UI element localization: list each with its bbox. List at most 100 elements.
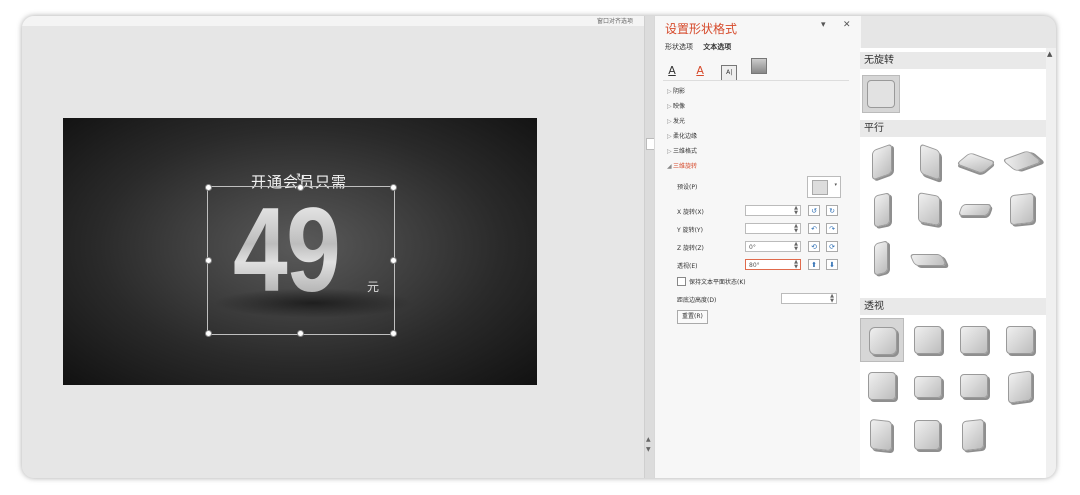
preset-perspective-7[interactable] [956, 368, 992, 404]
scroll-up-icon[interactable]: ▲ [646, 436, 651, 443]
resize-handle-b[interactable] [297, 330, 304, 337]
preset-swatch [812, 180, 828, 195]
preset-perspective-3[interactable] [956, 322, 992, 358]
preset-perspective-8[interactable] [1002, 368, 1038, 404]
gallery-group-parallel: 平行 [860, 120, 1046, 137]
preset-shape-icon [957, 204, 993, 216]
spinner-icon[interactable]: ▲ ▼ [830, 294, 834, 304]
section-label: 柔化边缘 [673, 133, 698, 140]
preset-perspective-6[interactable] [910, 368, 946, 404]
selection-box[interactable] [207, 186, 395, 335]
chevron-down-icon: ▾ [834, 182, 837, 188]
scroll-up-icon[interactable]: ▲ [1047, 50, 1052, 58]
preset-perspective-2[interactable] [910, 322, 946, 358]
divider [663, 80, 849, 81]
section-label: 三维旋转 [673, 163, 698, 170]
preset-parallel-1[interactable] [864, 143, 900, 181]
y-rotation-label: Y 旋转(Y) [677, 227, 703, 234]
perspective-decrease-icon[interactable]: ⬇ [826, 259, 838, 270]
preset-parallel-4[interactable] [1001, 143, 1043, 179]
rotate-ccw-icon[interactable]: ⟲ [808, 241, 820, 252]
section-reflection[interactable]: ▷映像 [667, 101, 685, 110]
section-label: 阴影 [673, 88, 686, 95]
preset-shape-icon [914, 420, 940, 450]
panel-dropdown-icon[interactable]: ▾ [821, 20, 826, 30]
preset-parallel-6[interactable] [910, 190, 946, 226]
resize-handle-bl[interactable] [205, 330, 212, 337]
preset-perspective-4[interactable] [1002, 322, 1038, 358]
panel-close-icon[interactable]: ✕ [843, 20, 851, 30]
section-3d-format[interactable]: ▷三维格式 [667, 146, 697, 155]
preset-shape-icon [1006, 326, 1034, 354]
resize-handle-tr[interactable] [390, 184, 397, 191]
preset-shape-icon [962, 418, 984, 452]
preset-parallel-2[interactable] [910, 143, 946, 181]
gallery-group-no-rotation: 无旋转 [860, 52, 1046, 69]
preset-shape-icon [868, 372, 896, 400]
preset-label: 预设(P) [677, 184, 698, 191]
format-shape-panel: 设置形状格式 ▾ ✕ 形状选项 文本选项 A A A| ▷阴影 ▷映像 ▷发光 … [654, 16, 861, 478]
preset-perspective-11[interactable] [956, 416, 992, 452]
rotate-up-icon[interactable]: ↶ [808, 223, 820, 234]
spinner-icon[interactable]: ▲ ▼ [794, 260, 798, 270]
y-rotation-input[interactable]: ▲ ▼ [745, 223, 801, 234]
text-outline-icon[interactable]: A [693, 64, 707, 78]
tab-shape-options[interactable]: 形状选项 [665, 43, 693, 51]
perspective-value: 80° [749, 262, 760, 269]
distance-input[interactable]: ▲ ▼ [781, 293, 837, 304]
picture-icon[interactable] [751, 58, 768, 74]
preset-parallel-7[interactable] [956, 190, 993, 226]
perspective-input[interactable]: 80° ▲ ▼ [745, 259, 801, 270]
resize-handle-r[interactable] [390, 257, 397, 264]
text-box-icon[interactable]: A| [721, 65, 738, 81]
perspective-increase-icon[interactable]: ⬆ [808, 259, 820, 270]
rotate-handle-icon[interactable]: ↻ [296, 171, 305, 184]
scroll-down-icon[interactable]: ▼ [646, 446, 651, 453]
distance-label: 距底边高度(D) [677, 297, 717, 304]
preset-perspective-5[interactable] [864, 368, 900, 404]
reset-button[interactable]: 重置(R) [677, 310, 708, 324]
resize-handle-l[interactable] [205, 257, 212, 264]
spinner-icon[interactable]: ▲ ▼ [794, 206, 798, 216]
resize-handle-br[interactable] [390, 330, 397, 337]
preset-shape-icon [960, 326, 988, 354]
section-shadow[interactable]: ▷阴影 [667, 86, 685, 95]
preset-parallel-10[interactable] [909, 238, 947, 274]
preset-parallel-9[interactable] [864, 238, 900, 276]
rotate-right-icon[interactable]: ↻ [826, 205, 838, 216]
resize-handle-tl[interactable] [205, 184, 212, 191]
section-glow[interactable]: ▷发光 [667, 116, 685, 125]
gallery-group-perspective: 透视 [860, 298, 1046, 315]
preset-perspective-10[interactable] [910, 416, 946, 452]
spinner-icon[interactable]: ▲ ▼ [794, 224, 798, 234]
rotation-presets-gallery: 无旋转 平行 透视 [860, 48, 1046, 478]
slide-canvas[interactable]: 窗口对齐选项 开通会员只需 49 元 ↻ [22, 16, 650, 478]
preset-shape-icon [918, 192, 940, 226]
resize-handle-t[interactable] [297, 184, 304, 191]
x-rotation-input[interactable]: ▲ ▼ [745, 205, 801, 216]
preset-dropdown[interactable]: ▾ [807, 176, 841, 198]
preset-no-rotation[interactable] [862, 75, 900, 113]
top-strip-label[interactable]: 窗口对齐选项 [597, 16, 633, 25]
preset-perspective-9[interactable] [864, 416, 900, 452]
preset-shape-icon [914, 376, 942, 398]
keep-text-flat-checkbox[interactable] [677, 277, 686, 286]
preset-parallel-3[interactable] [955, 143, 997, 179]
text-options-icon-row: A A A| [665, 58, 776, 81]
section-soft-edges[interactable]: ▷柔化边缘 [667, 131, 697, 140]
spinner-icon[interactable]: ▲ ▼ [794, 242, 798, 252]
preset-shape-icon [872, 143, 892, 181]
z-rotation-input[interactable]: 0° ▲ ▼ [745, 241, 801, 252]
gallery-scrollbar[interactable]: ▲ [1046, 48, 1056, 478]
preset-parallel-8[interactable] [1002, 190, 1038, 226]
rotate-left-icon[interactable]: ↺ [808, 205, 820, 216]
section-3d-rotation[interactable]: ◢三维旋转 [667, 161, 697, 170]
preset-parallel-5[interactable] [864, 190, 900, 228]
text-fill-icon[interactable]: A [665, 64, 679, 78]
perspective-label: 透视(E) [677, 263, 698, 270]
rotate-cw-icon[interactable]: ⟳ [826, 241, 838, 252]
tab-text-options[interactable]: 文本选项 [703, 43, 731, 51]
preset-perspective-1[interactable] [860, 318, 904, 362]
preset-shape-icon [955, 152, 997, 174]
rotate-down-icon[interactable]: ↷ [826, 223, 838, 234]
